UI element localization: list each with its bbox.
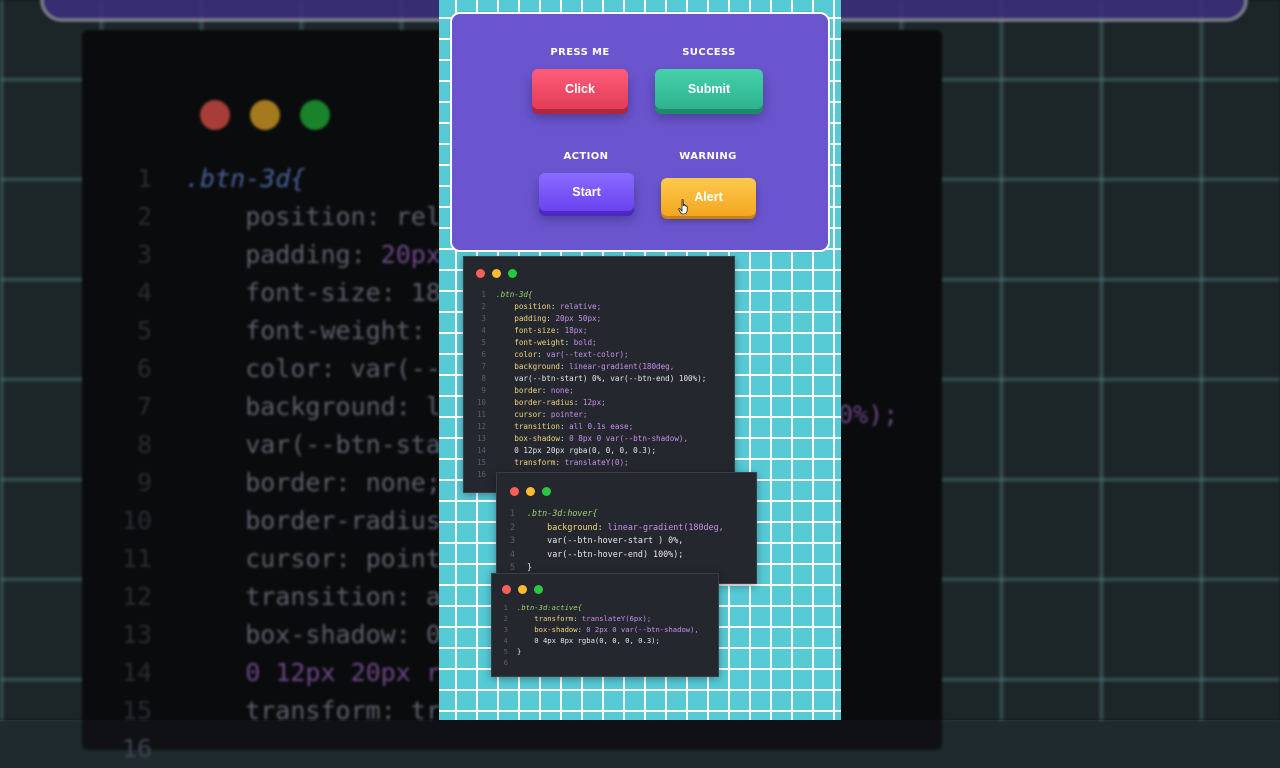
buttons-demo-card: PRESS ME SUCCESS ACTION WARNING Click Su… — [450, 12, 830, 252]
code-text: var(--btn-start) 0%, var(--btn-end) 100%… — [496, 374, 707, 383]
maximize-dot-icon — [542, 487, 551, 496]
close-dot-icon — [476, 269, 485, 278]
button-caption-action: ACTION — [563, 151, 609, 162]
line-number: 6 — [481, 350, 486, 359]
line-number: 13 — [476, 434, 486, 443]
line-number: 4 — [503, 636, 508, 645]
line-number: 9 — [481, 386, 486, 395]
line-number: 16 — [121, 734, 152, 763]
code-text: box-shadow: 0 2px 0 var(--btn-shadow), — [517, 625, 699, 634]
code-window-base: 1 .btn-3d{ 2 position: relative; 3 padding:… — [463, 256, 735, 493]
code-text: transition: all 0.1s ease; — [496, 422, 634, 431]
line-number: 11 — [476, 410, 486, 419]
code-text: .btn-3d{ — [496, 290, 533, 299]
line-number: 6 — [503, 658, 508, 667]
line-number: 10 — [476, 398, 486, 407]
minimize-dot-icon — [492, 269, 501, 278]
close-dot-icon — [510, 487, 519, 496]
code-text: position: relative; — [496, 302, 602, 311]
code-text: box-shadow: 0 8px 0 var(--btn-shadow), — [496, 434, 689, 443]
button-caption-success: SUCCESS — [682, 47, 736, 58]
start-button[interactable]: Start — [539, 173, 634, 211]
window-controls — [476, 269, 517, 278]
code-window-hover: 1 .btn-3d:hover{ 2 background: linear-grad… — [496, 472, 757, 584]
line-number: 16 — [476, 470, 486, 479]
hand-cursor-icon — [678, 199, 688, 215]
code-text: var(--btn-hover-end) 100%); — [527, 548, 684, 559]
code-text: cursor: pointer; — [496, 410, 588, 419]
line-number: 3 — [481, 314, 486, 323]
code-text: border: none; — [496, 386, 574, 395]
code-text: font-weight: bold; — [496, 338, 597, 347]
line-number: 3 — [509, 535, 515, 545]
minimize-dot-icon — [526, 487, 535, 496]
code-text: background: linear-gradient(180deg, — [496, 362, 675, 371]
maximize-dot-icon — [534, 585, 543, 594]
window-controls — [510, 487, 551, 496]
line-number: 8 — [481, 374, 486, 383]
line-number: 5 — [503, 647, 508, 656]
line-number: 2 — [503, 614, 508, 623]
window-controls — [502, 585, 543, 594]
code-text: padding: 20px 50px; — [496, 314, 602, 323]
background-code-line: 16 — [82, 730, 942, 768]
line-number: 12 — [476, 422, 486, 431]
code-text: transform: translateY(6px); — [517, 614, 652, 623]
code-text: .btn-3d:hover{ — [527, 508, 598, 518]
button-caption-press-me: PRESS ME — [550, 47, 610, 58]
line-number: 2 — [509, 521, 515, 532]
submit-button[interactable]: Submit — [655, 69, 763, 109]
maximize-dot-icon — [508, 269, 517, 278]
line-number: 4 — [481, 326, 486, 335]
line-number: 5 — [481, 338, 486, 347]
code-window-active: 1 .btn-3d:active{ 2 transform: translateY(… — [491, 573, 719, 677]
code-text: color: var(--text-color); — [496, 350, 629, 359]
code-text: var(--btn-hover-start ) 0%, — [527, 535, 684, 545]
code-text: transform: translateY(0); — [496, 458, 629, 467]
line-number: 3 — [503, 625, 508, 634]
line-number: 1 — [503, 603, 508, 612]
button-caption-warning: WARNING — [679, 151, 737, 162]
line-number: 7 — [481, 362, 486, 371]
code-text: 0 4px 8px rgba(0, 0, 0, 0.3); — [517, 636, 660, 645]
click-button[interactable]: Click — [532, 69, 628, 109]
code-text: font-size: 18px; — [496, 326, 588, 335]
line-number: 2 — [481, 302, 486, 311]
preview-panel: PRESS ME SUCCESS ACTION WARNING Click Su… — [439, 0, 841, 720]
code-text: background: linear-gradient(180deg, — [527, 521, 724, 532]
line-number: 15 — [476, 458, 486, 467]
minimize-dot-icon — [518, 585, 527, 594]
code-text: border-radius: 12px; — [496, 398, 606, 407]
alert-button[interactable]: Alert — [661, 178, 756, 216]
code-text: 0 12px 20px rgba(0, 0, 0, 0.3); — [496, 446, 657, 455]
line-number: 4 — [509, 548, 515, 559]
line-number: 14 — [476, 446, 486, 455]
close-dot-icon — [502, 585, 511, 594]
code-text: .btn-3d:active{ — [517, 603, 582, 612]
line-number: 1 — [509, 508, 515, 518]
code-text: } — [517, 647, 522, 656]
line-number: 1 — [481, 290, 486, 299]
